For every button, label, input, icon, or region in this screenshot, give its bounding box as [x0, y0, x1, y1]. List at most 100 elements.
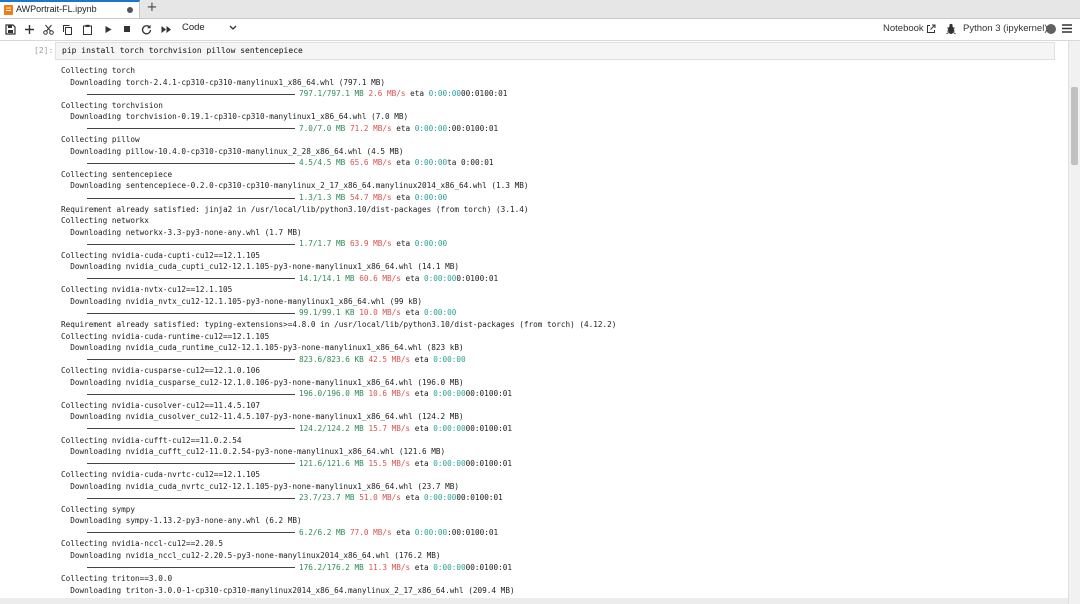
progress-eta-time: 0:00:00	[433, 458, 466, 468]
unsaved-indicator-icon[interactable]	[127, 7, 133, 13]
progress-line: 121.6/121.6 MB 15.5 MB/s eta 0:00:0000:0…	[61, 458, 1061, 470]
code-cell-input[interactable]: pip install torch torchvision pillow sen…	[55, 42, 1055, 60]
progress-eta-label: eta	[414, 389, 429, 399]
tab-bar: AWPortrait-FL.ipynb +	[0, 0, 1080, 19]
progress-eta-time: 0:00:00	[414, 123, 448, 133]
progress-tail: :00:0100:01	[447, 527, 499, 537]
progress-line: 124.2/124.2 MB 15.7 MB/s eta 0:00:0000:0…	[61, 423, 1061, 435]
progress-eta-label: eta	[405, 273, 420, 283]
output-line: Requirement already satisfied: jinja2 in…	[61, 204, 529, 214]
output-line: Downloading nvidia_nvtx_cu12-12.1.105-py…	[61, 296, 423, 306]
output-line: Downloading nvidia_cusparse_cu12-12.1.0.…	[61, 377, 464, 387]
progress-eta-label: eta	[414, 423, 429, 433]
output-line: Downloading networkx-3.3-py3-none-any.wh…	[61, 227, 302, 237]
progress-speed: 71.2 MB/s	[349, 123, 392, 133]
menu-icon[interactable]	[1062, 24, 1072, 33]
progress-size: 121.6/121.6 MB	[299, 458, 364, 468]
progress-speed: 15.7 MB/s	[368, 423, 411, 433]
progress-bar	[87, 359, 295, 361]
output-line: Collecting nvidia-cuda-nvrtc-cu12==12.1.…	[61, 470, 261, 480]
progress-eta-label: eta	[410, 89, 424, 99]
chevron-down-icon[interactable]	[229, 25, 237, 31]
progress-size: 99.1/99.1 KB	[299, 308, 355, 318]
progress-tail: 00:0100:01	[456, 493, 503, 503]
progress-eta-time: 0:00:00	[414, 193, 448, 203]
output-line: Downloading nvidia_cuda_runtime_cu12-12.…	[61, 343, 464, 353]
progress-eta-label: eta	[396, 158, 411, 168]
output-line: Collecting sympy	[61, 504, 136, 514]
progress-size: 176.2/176.2 MB	[299, 562, 364, 572]
progress-line: 1.3/1.3 MB 54.7 MB/s eta 0:00:00	[61, 192, 1061, 204]
tab-title: AWPortrait-FL.ipynb	[16, 4, 97, 14]
cut-icon[interactable]	[40, 21, 56, 37]
progress-eta-time: 0:00:00	[424, 493, 457, 503]
progress-speed: 2.6 MB/s	[368, 89, 406, 99]
cell-output: Collecting torch Downloading torch-2.4.1…	[61, 65, 1061, 596]
progress-line: 99.1/99.1 KB 10.0 MB/s eta 0:00:00	[61, 307, 1061, 319]
progress-speed: 10.0 MB/s	[359, 308, 401, 318]
cell-type-select[interactable]: Code	[182, 22, 205, 33]
add-cell-icon[interactable]	[21, 21, 37, 37]
bug-icon[interactable]	[946, 23, 956, 35]
output-line: Downloading sympy-1.13.2-py3-none-any.wh…	[61, 516, 302, 526]
new-tab-button[interactable]: +	[144, 1, 160, 17]
progress-size: 14.1/14.1 MB	[299, 273, 355, 283]
restart-icon[interactable]	[138, 21, 154, 37]
progress-size: 797.1/797.1 MB	[299, 89, 364, 99]
progress-size: 4.5/4.5 MB	[299, 158, 346, 168]
scrollbar-thumb[interactable]	[1071, 87, 1078, 165]
vertical-scrollbar[interactable]	[1068, 41, 1080, 604]
progress-speed: 15.5 MB/s	[368, 458, 411, 468]
paste-icon[interactable]	[79, 21, 95, 37]
progress-eta-label: eta	[405, 308, 420, 318]
progress-size: 1.3/1.3 MB	[299, 193, 346, 203]
progress-eta-time: 0:00:00	[414, 158, 448, 168]
progress-eta-label: eta	[396, 239, 411, 249]
progress-speed: 42.5 MB/s	[368, 354, 411, 364]
notebook-toolbar: Code Notebook Python 3 (ipykernel)	[0, 19, 1080, 41]
external-link-icon[interactable]	[926, 24, 936, 34]
output-line: Collecting pillow	[61, 135, 140, 145]
progress-size: 7.0/7.0 MB	[299, 123, 346, 133]
output-line: Downloading nvidia_cufft_cu12-11.0.2.54-…	[61, 447, 446, 457]
progress-eta-time: 0:00:00	[433, 389, 466, 399]
notebook-label[interactable]: Notebook	[883, 23, 924, 34]
progress-bar	[87, 567, 295, 569]
output-line: Collecting nvidia-nvtx-cu12==12.1.105	[61, 285, 233, 295]
horizontal-scrollbar[interactable]	[0, 598, 1068, 604]
progress-line: 7.0/7.0 MB 71.2 MB/s eta 0:00:00:00:0100…	[61, 123, 1061, 135]
progress-speed: 65.6 MB/s	[349, 158, 392, 168]
progress-line: 176.2/176.2 MB 11.3 MB/s eta 0:00:0000:0…	[61, 562, 1061, 574]
kernel-name[interactable]: Python 3 (ipykernel)	[963, 23, 1047, 34]
progress-bar	[87, 197, 295, 199]
progress-eta-time: 0:00:00	[414, 527, 448, 537]
progress-speed: 60.6 MB/s	[359, 273, 401, 283]
progress-eta-time: 0:00:00	[433, 562, 466, 572]
progress-tail: 00:0100:01	[465, 562, 512, 572]
notebook-file-icon	[4, 5, 13, 15]
copy-icon[interactable]	[59, 21, 75, 37]
output-line: Downloading nvidia_cuda_cupti_cu12-12.1.…	[61, 262, 460, 272]
output-line: Collecting networkx	[61, 216, 149, 226]
fast-forward-icon[interactable]	[158, 21, 174, 37]
output-line: Requirement already satisfied: typing-ex…	[61, 320, 617, 330]
progress-eta-label: eta	[405, 493, 420, 503]
stop-icon[interactable]	[119, 21, 135, 37]
cell-prompt: [2]:	[34, 46, 54, 55]
output-line: Collecting nvidia-cuda-runtime-cu12==12.…	[61, 331, 270, 341]
progress-speed: 51.0 MB/s	[359, 493, 401, 503]
progress-bar	[87, 128, 295, 130]
output-line: Collecting nvidia-cusparse-cu12==12.1.0.…	[61, 366, 261, 376]
output-line: Downloading triton-3.0.0-1-cp310-cp310-m…	[61, 585, 515, 595]
progress-eta-time: 0:00:00	[424, 308, 457, 318]
progress-tail: 00:0100:01	[465, 389, 512, 399]
progress-line: 797.1/797.1 MB 2.6 MB/s eta 0:00:0000:01…	[61, 88, 1061, 100]
notebook-tab[interactable]: AWPortrait-FL.ipynb	[0, 0, 140, 18]
save-icon[interactable]	[2, 21, 18, 37]
progress-eta-label: eta	[414, 354, 429, 364]
progress-tail: 0:0100:01	[456, 273, 499, 283]
progress-eta-label: eta	[396, 527, 411, 537]
run-icon[interactable]	[100, 21, 116, 37]
progress-size: 1.7/1.7 MB	[299, 239, 346, 249]
cell-source[interactable]: pip install torch torchvision pillow sen…	[62, 46, 303, 55]
